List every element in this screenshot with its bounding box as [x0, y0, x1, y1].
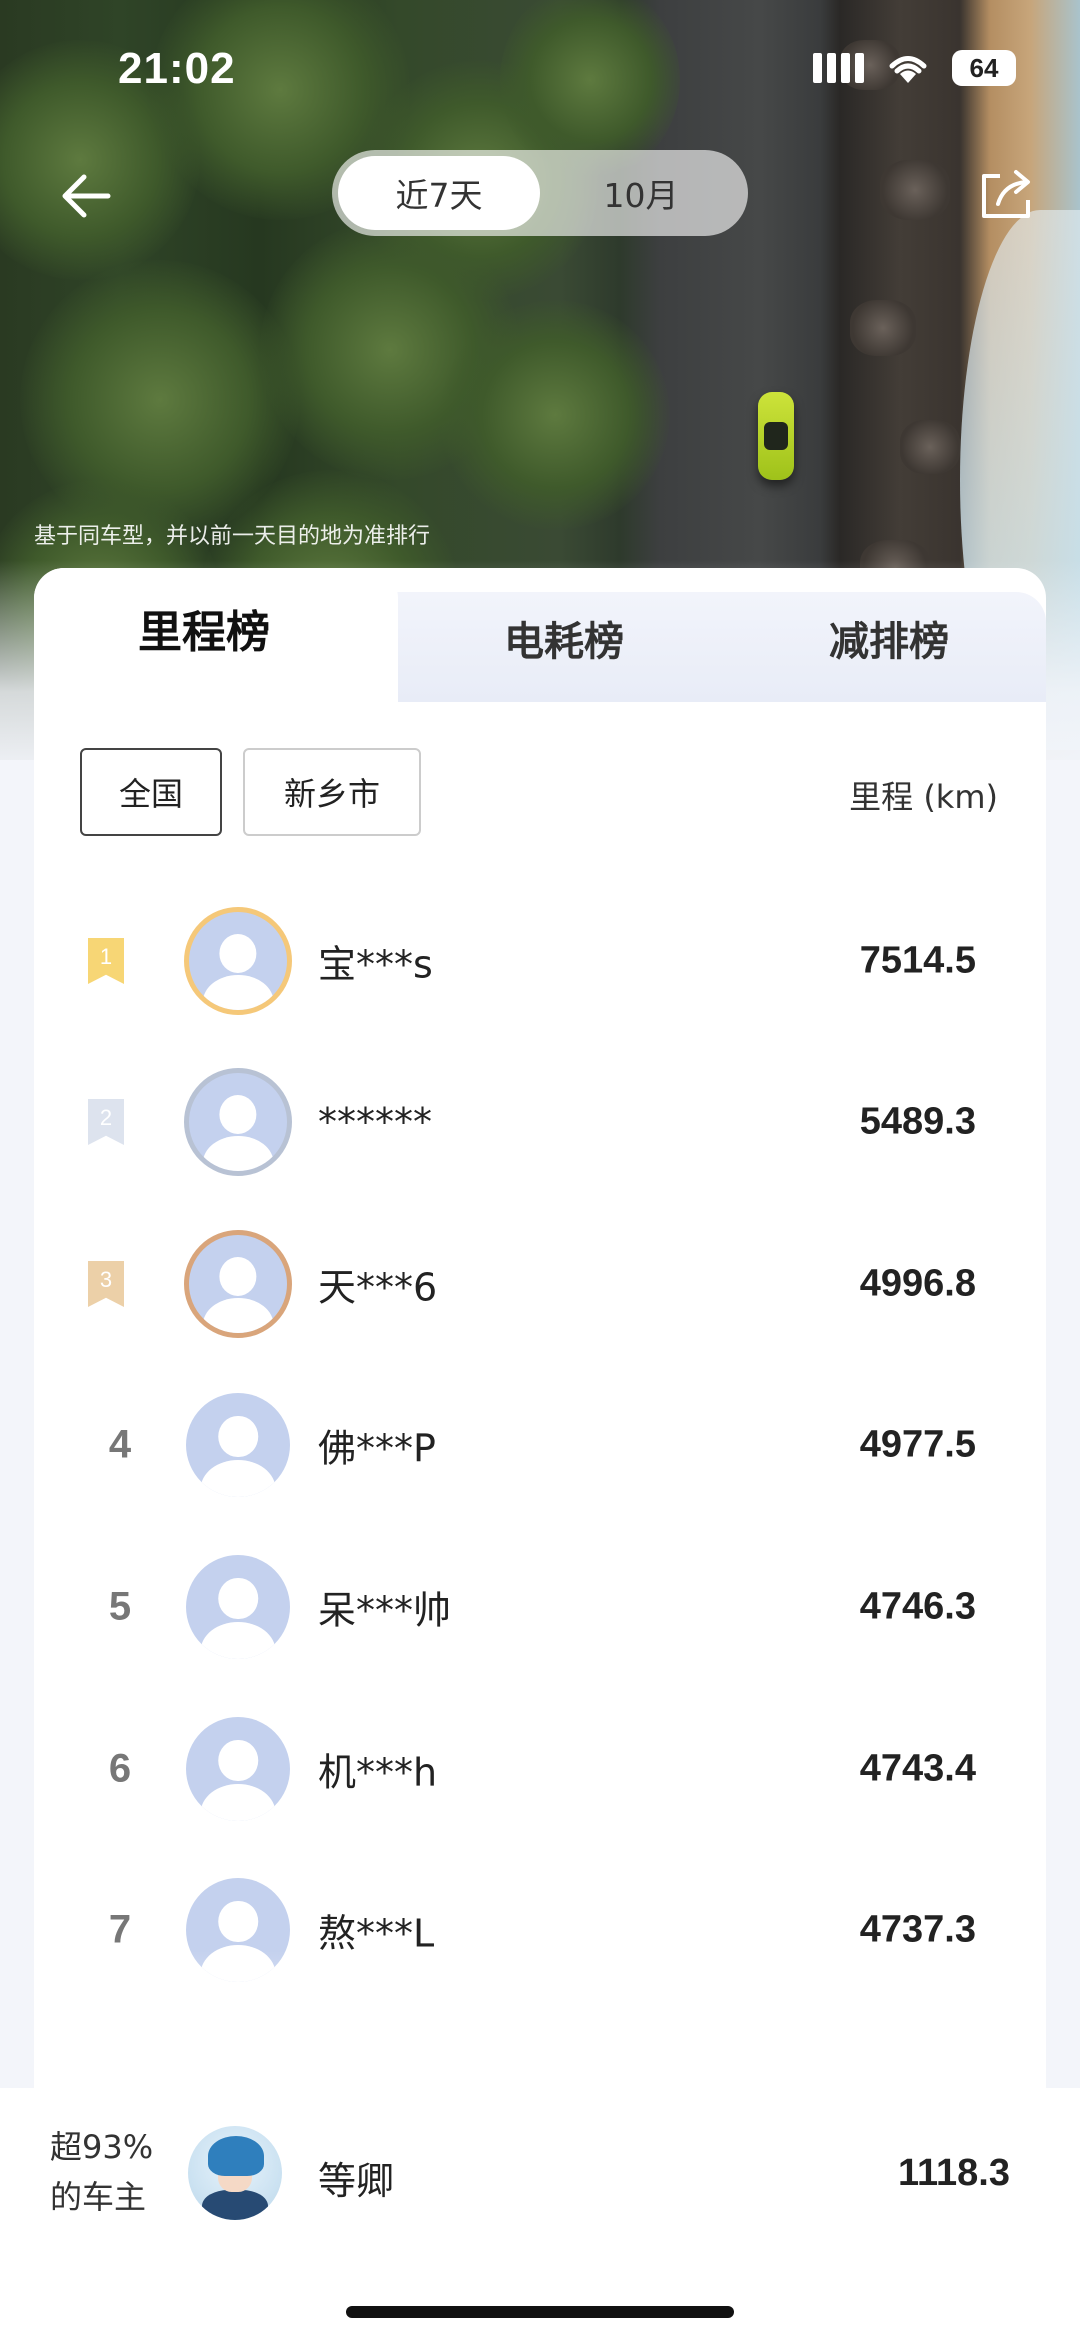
avatar [186, 1393, 290, 1497]
rank-badge-silver: 2 [88, 1099, 124, 1145]
rank-number: 6 [108, 1746, 132, 1791]
filter-national-button[interactable]: 全国 [80, 748, 222, 836]
period-toggle: 近7天 10月 [332, 150, 748, 236]
user-name: 机***h [318, 1750, 438, 1795]
mileage-value: 4977.5 [859, 1423, 976, 1466]
mileage-value: 7514.5 [859, 939, 976, 982]
user-name: ****** [318, 1100, 432, 1144]
rank-badge-gold: 1 [88, 938, 124, 984]
my-percentile: 超93% 的车主 [50, 2128, 154, 2216]
user-name: 天***6 [318, 1265, 438, 1310]
wifi-icon [889, 56, 927, 83]
tab-mileage[interactable]: 里程榜 [34, 598, 374, 658]
list-item[interactable]: 3 天***6 4996.8 [34, 1203, 1046, 1365]
period-tab-7days[interactable]: 近7天 [338, 156, 540, 230]
rank-number: 5 [108, 1584, 132, 1629]
cellular-signal-icon [813, 53, 864, 83]
avatar [184, 1068, 292, 1176]
avatar [186, 1717, 290, 1821]
tab-emission-reduction[interactable]: 减排榜 [734, 608, 1044, 668]
user-name: 呆***帅 [318, 1588, 452, 1633]
column-header-mileage: 里程 (km) [849, 778, 998, 816]
my-name: 等卿 [318, 2159, 395, 2203]
board-tabs: 里程榜 电耗榜 减排榜 [34, 568, 1046, 702]
mileage-value: 4743.4 [859, 1747, 976, 1790]
home-indicator[interactable] [346, 2306, 734, 2318]
my-mileage-value: 1118.3 [897, 2152, 1010, 2194]
mileage-value: 4737.3 [859, 1908, 976, 1951]
status-icons: 64 [813, 50, 1016, 86]
user-name: 宝***s [318, 942, 433, 987]
ranking-note: 基于同车型，并以前一天目的地为准排行 [34, 524, 431, 549]
tab-energy-consumption[interactable]: 电耗榜 [394, 608, 734, 668]
my-avatar[interactable] [188, 2126, 282, 2220]
rank-badge-bronze: 3 [88, 1261, 124, 1307]
battery-indicator: 64 [952, 50, 1016, 86]
list-item[interactable]: 6 机***h 4743.4 [34, 1688, 1046, 1850]
share-icon [982, 170, 1030, 218]
rank-number: 4 [108, 1422, 132, 1467]
list-item[interactable]: 4 佛***P 4977.5 [34, 1364, 1046, 1526]
filter-city-button[interactable]: 新乡市 [243, 748, 421, 836]
avatar [186, 1555, 290, 1659]
avatar [184, 1230, 292, 1338]
list-item[interactable]: 2 ****** 5489.3 [34, 1041, 1046, 1203]
avatar [184, 907, 292, 1015]
mileage-value: 4746.3 [859, 1585, 976, 1628]
mileage-value: 4996.8 [859, 1262, 976, 1305]
arrow-left-icon [62, 174, 111, 218]
back-button[interactable] [58, 166, 118, 226]
status-time: 21:02 [118, 44, 236, 93]
period-tab-month[interactable]: 10月 [540, 156, 742, 230]
mileage-value: 5489.3 [859, 1100, 976, 1143]
share-button[interactable] [976, 164, 1036, 224]
car-image [758, 392, 794, 480]
list-item[interactable]: 5 呆***帅 4746.3 [34, 1526, 1046, 1688]
user-name: 佛***P [318, 1426, 436, 1471]
list-item[interactable]: 1 宝***s 7514.5 [34, 880, 1046, 1042]
rank-number: 7 [108, 1907, 132, 1952]
